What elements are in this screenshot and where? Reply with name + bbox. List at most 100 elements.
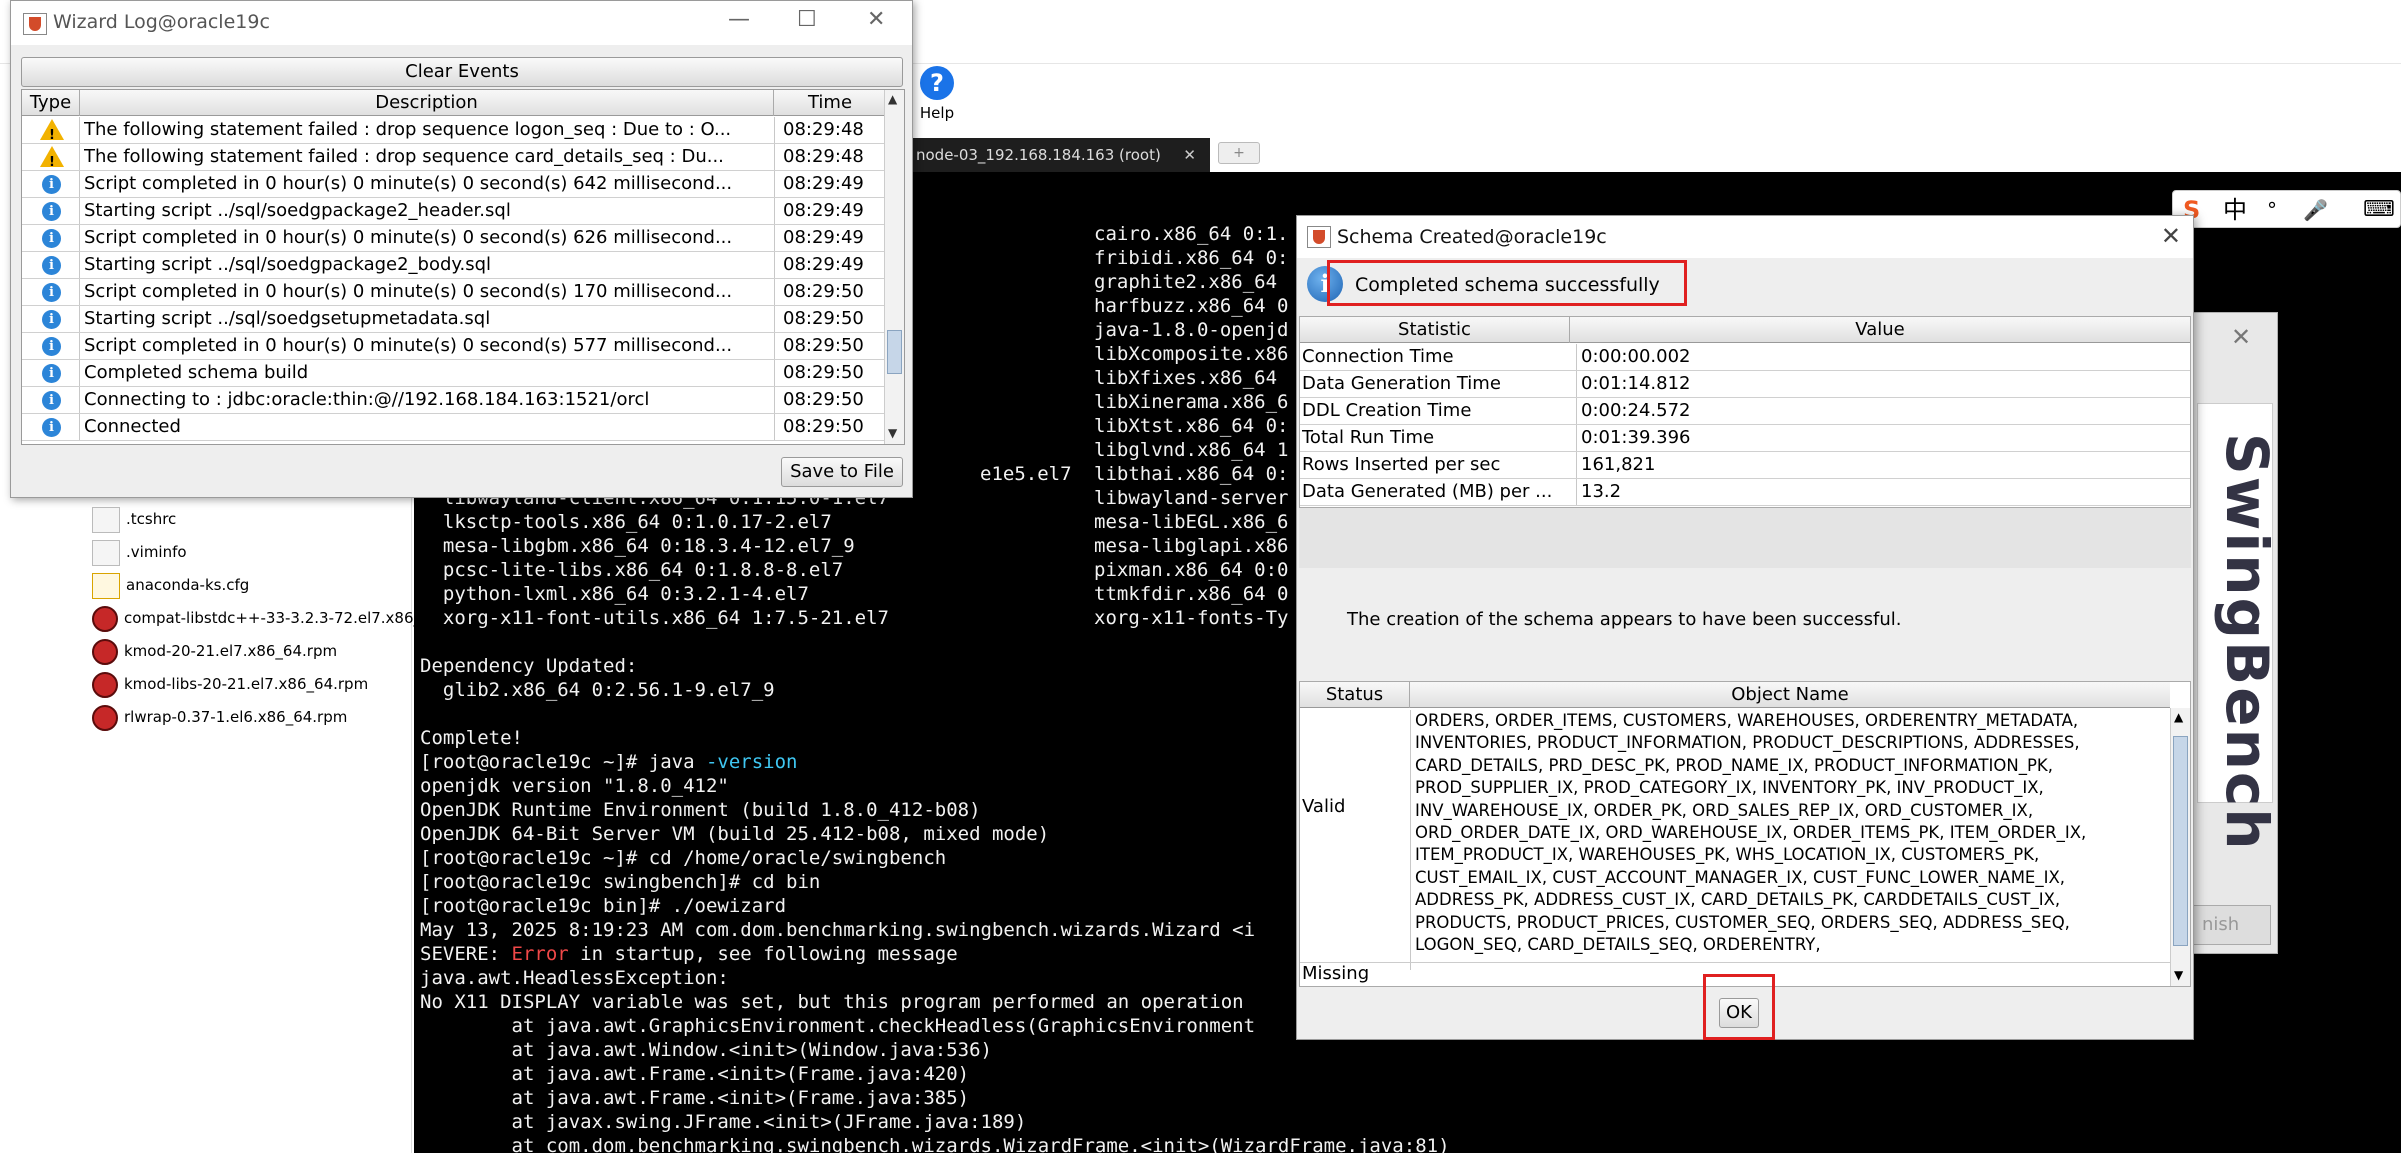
table-row[interactable]: i Connected 08:29:50 — [22, 414, 886, 441]
close-icon[interactable]: ✕ — [1183, 138, 1196, 172]
column-header-description[interactable]: Description — [80, 90, 774, 116]
type-cell: i — [22, 306, 80, 332]
file-item[interactable]: anaconda-ks.cfg — [92, 570, 249, 600]
terminal-line: libXcomposite.x86 — [1094, 343, 1289, 365]
ime-punctuation-toggle[interactable]: ° — [2267, 195, 2277, 225]
statistic-name: Connection Time — [1302, 346, 1454, 367]
time-cell: 08:29:50 — [774, 279, 886, 305]
scrollbar[interactable]: ▲ ▼ — [884, 90, 904, 444]
type-cell: i — [22, 171, 80, 197]
object-name-line: CARD_DETAILS, PRD_DESC_PK, PROD_NAME_IX,… — [1415, 755, 2053, 775]
table-row[interactable]: ! The following statement failed : drop s… — [22, 117, 886, 144]
minimize-icon[interactable]: — — [728, 7, 750, 32]
help-button[interactable]: ? Help — [912, 66, 962, 130]
column-header-type[interactable]: Type — [22, 90, 80, 116]
clear-events-button[interactable]: Clear Events — [21, 57, 903, 87]
terminal-line: openjdk version "1.8.0_412" — [420, 775, 729, 797]
table-row[interactable]: Rows Inserted per sec 161,821 — [1300, 452, 2190, 479]
terminal-text: SEVERE: — [420, 943, 512, 965]
ok-button[interactable]: OK — [1719, 998, 1759, 1028]
finish-button[interactable]: nish — [2191, 905, 2271, 945]
close-icon[interactable]: ✕ — [867, 7, 885, 32]
table-row[interactable]: i Starting script ../sql/soedgsetupmetada… — [22, 306, 886, 333]
file-name: kmod-20-21.el7.x86_64.rpm — [124, 642, 338, 660]
scroll-up-icon[interactable]: ▲ — [888, 92, 897, 106]
banner-text: Completed schema successfully — [1355, 274, 1660, 296]
file-item[interactable]: .tcshrc — [92, 504, 176, 534]
close-icon[interactable]: ✕ — [2231, 323, 2251, 351]
table-row[interactable]: DDL Creation Time 0:00:24.572 — [1300, 398, 2190, 425]
microphone-icon[interactable]: 🎤 — [2303, 195, 2328, 225]
scroll-down-icon[interactable]: ▼ — [2174, 968, 2183, 982]
plus-icon: + — [1233, 145, 1245, 161]
statistic-value: 0:00:24.572 — [1576, 398, 2176, 424]
scroll-thumb[interactable] — [2173, 736, 2188, 946]
file-item[interactable]: rlwrap-0.37-1.el6.x86_64.rpm — [92, 702, 347, 732]
file-item[interactable]: .viminfo — [92, 537, 187, 567]
new-tab-button[interactable]: + — [1218, 142, 1260, 164]
window-title: Wizard Log@oracle19c — [53, 11, 270, 33]
wizard-log-window: Wizard Log@oracle19c — ☐ ✕ Clear Events … — [10, 0, 913, 498]
description-cell: Script completed in 0 hour(s) 0 minute(s… — [84, 227, 733, 248]
schema-created-dialog: Schema Created@oracle19c ✕ i Completed s… — [1296, 215, 2194, 1040]
dialog-title: Schema Created@oracle19c — [1337, 226, 1607, 248]
statistics-table: Statistic Value Connection Time 0:00:00.0… — [1299, 316, 2191, 508]
table-row[interactable]: i Starting script ../sql/soedgpackage2_he… — [22, 198, 886, 225]
time-cell: 08:29:50 — [774, 306, 886, 332]
info-icon: i — [42, 337, 61, 356]
scrollbar[interactable]: ▲ ▼ — [2170, 708, 2190, 986]
save-to-file-button[interactable]: Save to File — [781, 457, 903, 487]
title-bar[interactable]: Wizard Log@oracle19c — ☐ ✕ — [11, 1, 912, 45]
column-header-time[interactable]: Time — [774, 90, 886, 116]
object-name-line: PRODUCTS, PRODUCT_PRICES, CUSTOMER_SEQ, … — [1415, 912, 2070, 932]
description-cell: Completed schema build — [84, 362, 309, 383]
time-cell: 08:29:50 — [774, 387, 886, 413]
maximize-icon[interactable]: ☐ — [797, 7, 817, 32]
column-header-object-name[interactable]: Object Name — [1410, 682, 2170, 708]
file-item[interactable]: kmod-libs-20-21.el7.x86_64.rpm — [92, 669, 368, 699]
session-tab[interactable]: node-03_192.168.184.163 (root) ✕ — [900, 138, 1210, 172]
keyboard-icon[interactable]: ⌨ — [2363, 195, 2395, 225]
column-header-statistic[interactable]: Statistic — [1300, 317, 1570, 343]
valid-object-names: ORDERS, ORDER_ITEMS, CUSTOMERS, WAREHOUS… — [1410, 710, 2170, 970]
table-row[interactable]: ! The following statement failed : drop s… — [22, 144, 886, 171]
table-row[interactable]: i Completed schema build 08:29:50 — [22, 360, 886, 387]
terminal-line: xorg-x11-fonts-Ty — [1094, 607, 1289, 629]
table-row[interactable]: i Script completed in 0 hour(s) 0 minute(… — [22, 225, 886, 252]
result-message: The creation of the schema appears to ha… — [1347, 609, 1902, 630]
terminal-line: OpenJDK 64-Bit Server VM (build 25.412-b… — [420, 823, 1050, 845]
table-row[interactable]: i Script completed in 0 hour(s) 0 minute(… — [22, 279, 886, 306]
terminal-line: at java.awt.Window.<init>(Window.java:53… — [420, 1039, 992, 1061]
ime-mode-toggle[interactable]: 中 — [2223, 195, 2247, 225]
table-header: Statistic Value — [1300, 317, 2190, 343]
statistic-name: Rows Inserted per sec — [1302, 454, 1501, 475]
table-row[interactable]: Connection Time 0:00:00.002 — [1300, 344, 2190, 371]
status-banner: i Completed schema successfully — [1305, 260, 2185, 306]
terminal-line: mesa-libgbm.x86_64 0:18.3.4-12.el7_9 — [420, 535, 855, 557]
column-header-value[interactable]: Value — [1570, 317, 2190, 343]
table-row[interactable]: i Connecting to : jdbc:oracle:thin:@//192… — [22, 387, 886, 414]
config-file-icon — [92, 572, 120, 599]
file-item[interactable]: compat-libstdc++-33-3.2.3-72.el7.x86_ — [92, 603, 421, 633]
scroll-up-icon[interactable]: ▲ — [2174, 710, 2183, 724]
file-item[interactable]: kmod-20-21.el7.x86_64.rpm — [92, 636, 337, 666]
title-bar[interactable]: Schema Created@oracle19c ✕ — [1297, 216, 2193, 258]
close-icon[interactable]: ✕ — [2161, 222, 2181, 250]
rpm-package-icon — [92, 671, 118, 698]
table-row[interactable]: i Script completed in 0 hour(s) 0 minute(… — [22, 171, 886, 198]
table-row[interactable]: Data Generated (MB) per ... 13.2 — [1300, 479, 2190, 506]
terminal-line: e1e5.el7 — [980, 463, 1072, 485]
table-row[interactable]: i Script completed in 0 hour(s) 0 minute(… — [22, 333, 886, 360]
type-cell: ! — [22, 144, 80, 170]
statistic-value: 0:01:39.396 — [1576, 425, 2176, 451]
table-row[interactable]: Total Run Time 0:01:39.396 — [1300, 425, 2190, 452]
info-icon: i — [42, 418, 61, 437]
scroll-down-icon[interactable]: ▼ — [888, 426, 897, 440]
scroll-thumb[interactable] — [887, 330, 902, 374]
time-cell: 08:29:50 — [774, 360, 886, 386]
terminal-line: Dependency Updated: — [420, 655, 638, 677]
table-row[interactable]: Data Generation Time 0:01:14.812 — [1300, 371, 2190, 398]
table-row[interactable]: i Starting script ../sql/soedgpackage2_bo… — [22, 252, 886, 279]
column-header-status[interactable]: Status — [1300, 682, 1410, 708]
file-name: anaconda-ks.cfg — [126, 576, 250, 594]
